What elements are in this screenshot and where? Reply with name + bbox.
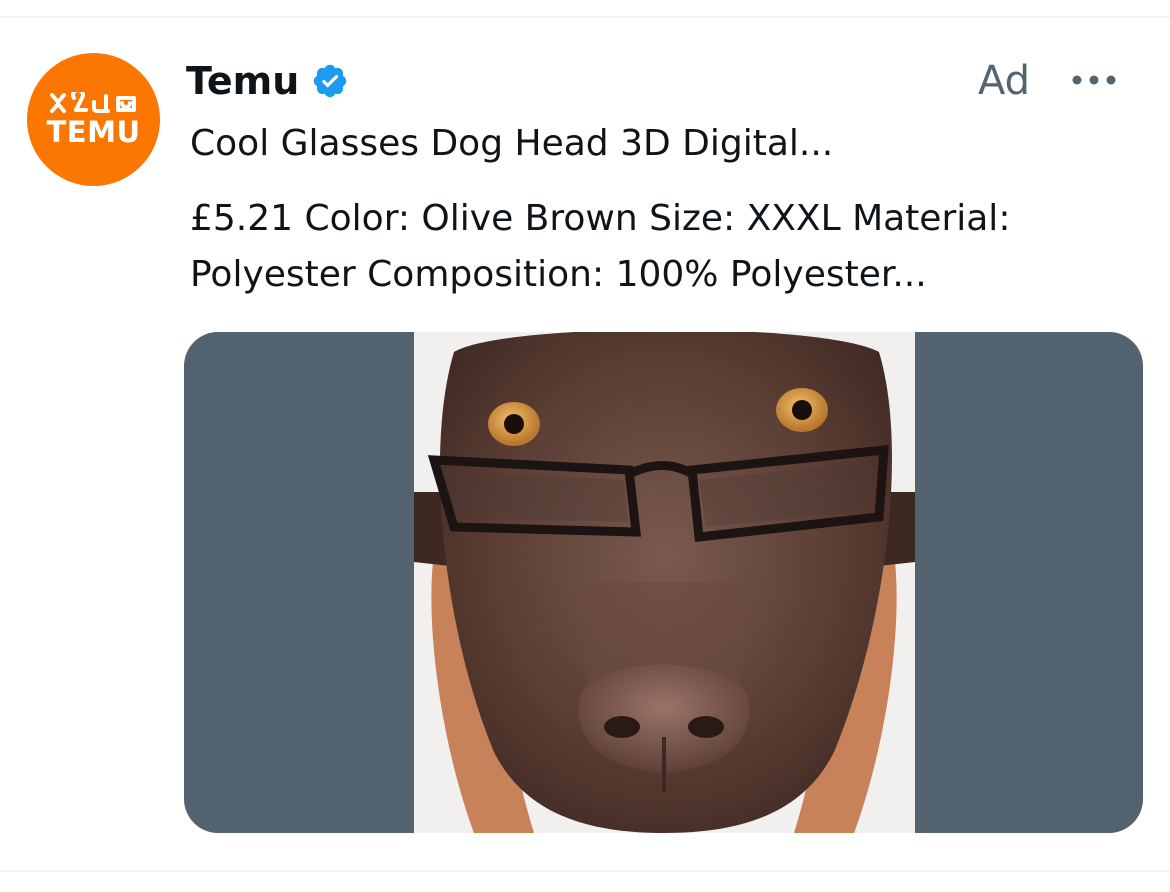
ad-label: Ad <box>978 58 1031 104</box>
ad-product-description: £5.21 Color: Olive Brown Size: XXXL Mate… <box>190 198 1011 295</box>
ad-media-card[interactable] <box>184 332 1143 833</box>
verified-badge-icon[interactable] <box>311 62 349 100</box>
author-name[interactable]: Temu <box>186 59 299 103</box>
temu-logo-glyphs-icon <box>49 92 136 113</box>
ad-product-title: Cool Glasses Dog Head 3D Digital... <box>190 123 834 164</box>
dog-with-glasses-photo <box>414 332 915 833</box>
bottom-divider <box>0 870 1170 872</box>
more-options-button[interactable] <box>1066 60 1122 100</box>
more-horizontal-icon <box>1072 75 1116 85</box>
top-divider <box>0 16 1170 18</box>
author-avatar[interactable]: TEMU <box>27 53 160 186</box>
post-header: Temu <box>186 56 349 106</box>
avatar-brand-text: TEMU <box>46 115 141 149</box>
